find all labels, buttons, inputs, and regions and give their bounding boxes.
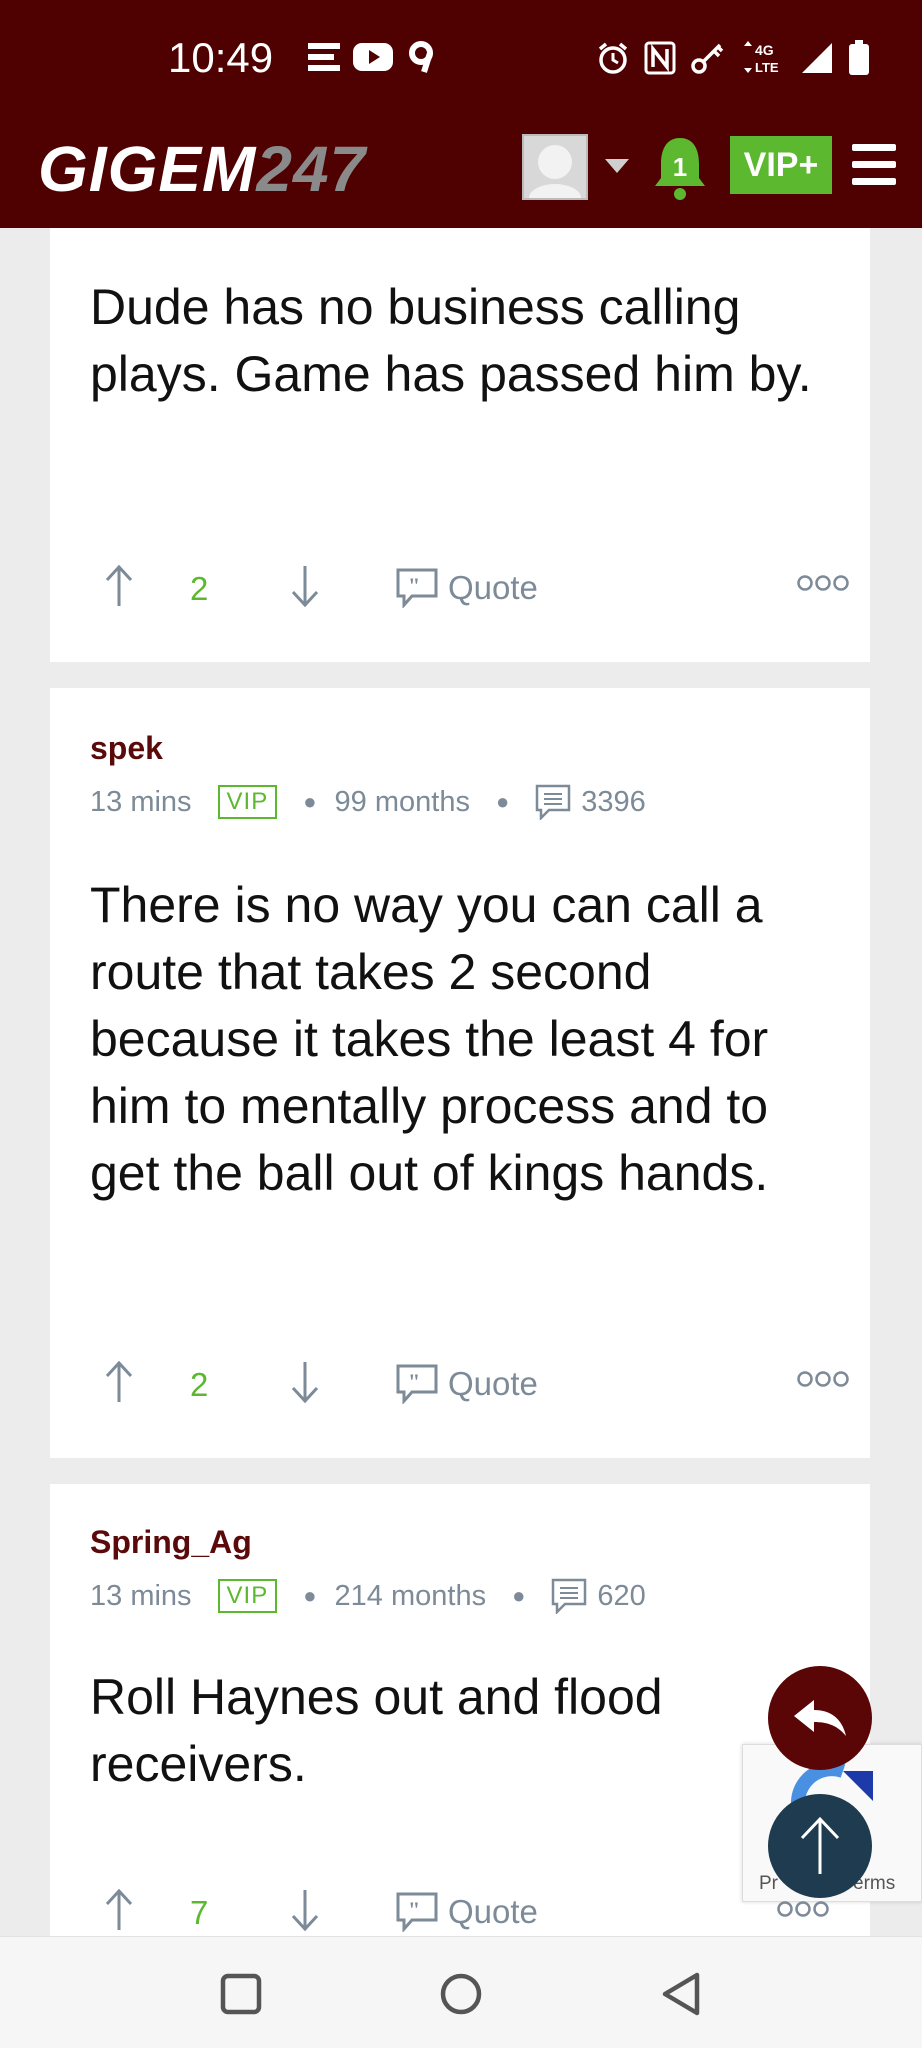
comment-icon bbox=[535, 784, 571, 820]
quote-button[interactable]: " Quote bbox=[396, 1364, 538, 1404]
arrow-down-icon bbox=[291, 1362, 319, 1404]
post-actions: 2 " Quote bbox=[90, 564, 850, 614]
quote-label: Quote bbox=[448, 569, 538, 606]
vip-badge: VIP bbox=[217, 1579, 278, 1613]
quote-icon: " bbox=[396, 1892, 438, 1932]
vote-count: 7 bbox=[190, 1894, 209, 1931]
4g-lte-icon: 4G LTE bbox=[740, 40, 786, 76]
system-nav-bar bbox=[0, 1936, 922, 2048]
svg-text:": " bbox=[408, 573, 420, 598]
quote-label: Quote bbox=[448, 1893, 538, 1930]
scroll-to-top-button[interactable] bbox=[768, 1794, 872, 1898]
svg-text:4G: 4G bbox=[755, 42, 774, 58]
signal-icon bbox=[800, 41, 834, 75]
quote-icon: " bbox=[396, 568, 438, 608]
post-text: There is no way you can call a route tha… bbox=[90, 877, 769, 1201]
vpn-key-icon bbox=[690, 41, 726, 75]
reply-button[interactable] bbox=[768, 1666, 872, 1770]
vip-badge: VIP bbox=[217, 785, 278, 819]
nfc-icon bbox=[644, 41, 676, 75]
notification-count: 1 bbox=[672, 152, 688, 182]
quote-label: Quote bbox=[448, 1365, 538, 1402]
post-text: Roll Haynes out and flood receivers. bbox=[90, 1669, 663, 1792]
downvote-button[interactable] bbox=[290, 1888, 320, 1932]
status-right-icons: 4G LTE bbox=[596, 40, 870, 76]
site-logo[interactable]: GIGEM247 bbox=[38, 132, 366, 206]
separator-dot: ● bbox=[495, 789, 510, 814]
downvote-button[interactable] bbox=[290, 564, 320, 608]
more-options-icon[interactable] bbox=[776, 1900, 830, 1923]
arrow-up-icon bbox=[800, 1816, 840, 1874]
reply-icon bbox=[794, 1700, 846, 1736]
member-tenure: 214 months bbox=[334, 1579, 487, 1612]
post-count: 620 bbox=[597, 1579, 646, 1612]
e-app-icon bbox=[306, 41, 342, 73]
chevron-down-icon[interactable] bbox=[604, 158, 630, 179]
post-meta: 13 mins VIP ● 214 months ● 620 bbox=[90, 1578, 646, 1614]
notifications-button[interactable]: 1 bbox=[652, 134, 708, 204]
post-time: 13 mins bbox=[90, 1579, 192, 1612]
comment-icon bbox=[551, 1578, 587, 1614]
logo-number: 247 bbox=[256, 133, 367, 205]
home-button[interactable] bbox=[434, 1967, 488, 2021]
more-options-icon[interactable] bbox=[796, 1370, 850, 1393]
post-time: 13 mins bbox=[90, 785, 192, 818]
upvote-button[interactable] bbox=[104, 1888, 134, 1932]
username[interactable]: spek bbox=[90, 730, 163, 767]
battery-icon bbox=[848, 40, 870, 76]
logo-text: GIGEM bbox=[38, 133, 257, 205]
9-app-icon bbox=[404, 40, 438, 74]
arrow-down-icon bbox=[291, 566, 319, 608]
separator-dot: ● bbox=[303, 1583, 317, 1608]
more-options-icon[interactable] bbox=[796, 574, 850, 597]
arrow-up-icon bbox=[105, 1888, 133, 1930]
username[interactable]: Spring_Ag bbox=[90, 1524, 252, 1561]
member-tenure: 99 months bbox=[334, 785, 470, 818]
status-left-icons bbox=[306, 40, 438, 74]
app-header: GIGEM247 1 VIP+ bbox=[0, 118, 922, 228]
status-time: 10:49 bbox=[168, 34, 274, 81]
arrow-down-icon bbox=[291, 1890, 319, 1932]
menu-icon[interactable] bbox=[852, 144, 896, 186]
svg-text:": " bbox=[408, 1897, 420, 1922]
triangle-back-icon bbox=[662, 1972, 700, 2016]
alarm-icon bbox=[596, 41, 630, 75]
vote-count: 2 bbox=[190, 570, 209, 607]
square-icon bbox=[220, 1973, 262, 2015]
post-card: spek 13 mins VIP ● 99 months ● 3396 Ther… bbox=[50, 688, 870, 1458]
post-actions: 2 " Quote bbox=[90, 1360, 850, 1410]
post-actions: 7 " Quote bbox=[90, 1888, 850, 1938]
quote-icon: " bbox=[396, 1364, 438, 1404]
post-count: 3396 bbox=[581, 785, 646, 818]
arrow-up-icon bbox=[105, 564, 133, 606]
avatar[interactable] bbox=[522, 134, 588, 212]
vip-plus-button[interactable]: VIP+ bbox=[730, 136, 832, 194]
recents-button[interactable] bbox=[214, 1967, 268, 2021]
separator-dot: ● bbox=[303, 789, 317, 814]
svg-text:": " bbox=[408, 1369, 420, 1394]
post-text: Dude has no business calling plays. Game… bbox=[90, 279, 812, 402]
quote-button[interactable]: " Quote bbox=[396, 1892, 538, 1932]
quote-button[interactable]: " Quote bbox=[396, 568, 538, 608]
downvote-button[interactable] bbox=[290, 1360, 320, 1404]
youtube-icon bbox=[352, 41, 394, 73]
arrow-up-icon bbox=[105, 1360, 133, 1402]
upvote-button[interactable] bbox=[104, 564, 134, 608]
upvote-button[interactable] bbox=[104, 1360, 134, 1404]
post-card: Dude has no business calling plays. Game… bbox=[50, 228, 870, 662]
post-meta: 13 mins VIP ● 99 months ● 3396 bbox=[90, 784, 646, 820]
separator-dot: ● bbox=[512, 1583, 526, 1608]
circle-icon bbox=[440, 1973, 482, 2015]
svg-text:LTE: LTE bbox=[755, 60, 779, 75]
back-button[interactable] bbox=[654, 1967, 708, 2021]
vote-count: 2 bbox=[190, 1366, 209, 1403]
status-bar: 10:49 4G LTE bbox=[0, 0, 922, 118]
recaptcha-privacy-text[interactable]: Pr bbox=[759, 1873, 778, 1895]
